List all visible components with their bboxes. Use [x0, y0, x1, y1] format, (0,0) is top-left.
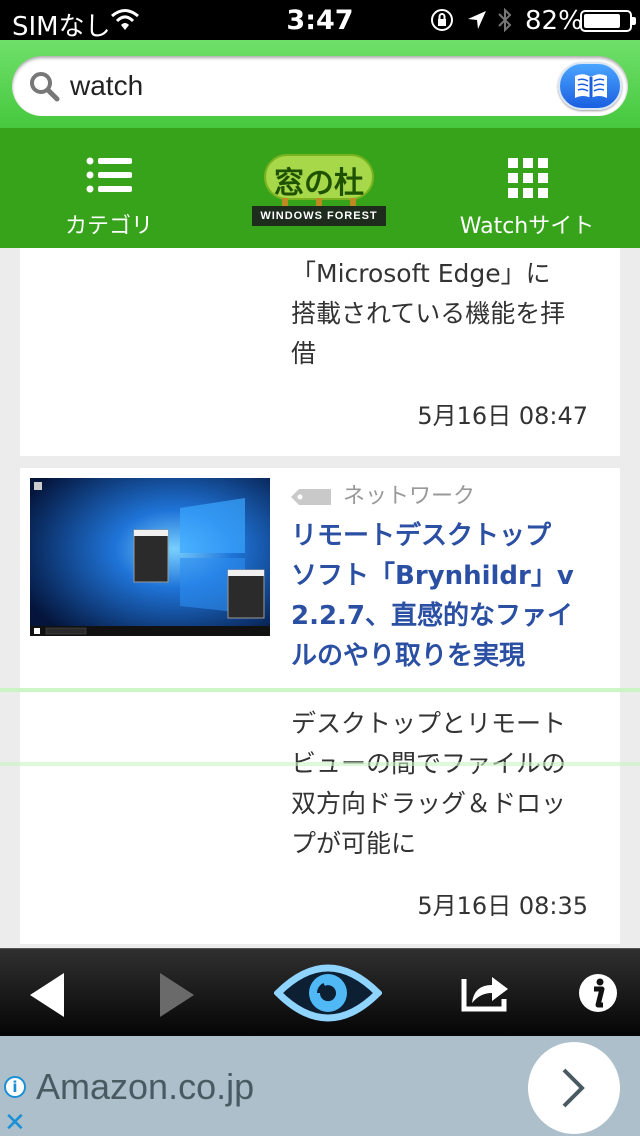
article-title[interactable]: リモートデスクトップ ソフト「Brynhildr」v 2.2.7、直感的なファイ… — [291, 516, 601, 676]
watch-sites-label: Watchサイト — [459, 214, 595, 239]
back-button[interactable] — [26, 949, 70, 1037]
tag-icon — [291, 489, 331, 505]
article-date: 5月16日 08:47 — [417, 402, 588, 430]
location-icon — [468, 11, 486, 29]
forward-arrow-icon — [160, 973, 194, 1017]
scroll-highlight-line — [0, 762, 640, 766]
logo-subtitle: WINDOWS FOREST — [252, 206, 386, 226]
desktop-screenshot-image — [30, 478, 270, 636]
category-label: カテゴリ — [64, 214, 153, 239]
bluetooth-icon — [498, 7, 512, 33]
article-card[interactable]: ネットワーク リモートデスクトップ ソフト「Brynhildr」v 2.2.7、… — [20, 468, 620, 944]
bottom-toolbar — [0, 948, 640, 1036]
article-card[interactable]: 「Microsoft Edge」に 搭載されている機能を拝 借 5月16日 08… — [20, 248, 620, 456]
article-category[interactable]: ネットワーク — [291, 478, 475, 510]
article-list: 「Microsoft Edge」に 搭載されている機能を拝 借 5月16日 08… — [0, 248, 640, 948]
info-icon — [579, 974, 617, 1012]
search-input[interactable] — [70, 64, 550, 108]
ad-info-icon[interactable]: i — [4, 1076, 26, 1098]
info-button[interactable] — [576, 949, 620, 1037]
share-icon — [461, 977, 508, 1012]
ad-banner[interactable]: i ✕ Amazon.co.jp — [0, 1036, 640, 1136]
logo-text: 窓の杜 — [274, 166, 364, 201]
status-bar: SIMなし 3:47 82% — [0, 0, 640, 42]
nav-bar: カテゴリ 窓の杜 WINDOWS FOREST Watchサイト — [0, 128, 640, 248]
battery-percent: 82% — [525, 6, 583, 36]
list-icon — [86, 157, 132, 193]
share-button[interactable] — [458, 949, 512, 1037]
site-logo[interactable]: 窓の杜 WINDOWS FOREST — [252, 154, 386, 228]
battery-icon — [580, 10, 636, 32]
rotation-lock-icon — [431, 9, 453, 31]
ad-text[interactable]: Amazon.co.jp — [36, 1066, 254, 1108]
scroll-highlight-line — [0, 688, 640, 692]
category-button[interactable]: カテゴリ — [44, 128, 174, 248]
ad-go-button[interactable] — [528, 1042, 620, 1134]
ad-close-icon[interactable]: ✕ — [4, 1108, 26, 1136]
search-box[interactable] — [12, 56, 628, 116]
article-excerpt: 「Microsoft Edge」に 搭載されている機能を拝 借 — [291, 259, 566, 368]
back-arrow-icon — [30, 973, 64, 1017]
bookmark-book-icon — [575, 74, 607, 98]
battery-fill — [584, 14, 621, 28]
bookmark-button[interactable] — [558, 62, 622, 110]
article-thumbnail[interactable] — [30, 478, 270, 636]
chevron-right-icon — [562, 1068, 585, 1108]
grid-icon — [508, 158, 548, 198]
eye-icon — [273, 964, 383, 1022]
article-excerpt: デスクトップとリモート ビューの間でファイルの 双方向ドラッグ＆ドロッ プが可能… — [291, 709, 567, 858]
article-date: 5月16日 08:35 — [417, 892, 588, 920]
search-icon — [30, 72, 60, 102]
eye-button[interactable] — [273, 949, 383, 1037]
watch-sites-button[interactable]: Watchサイト — [452, 128, 602, 248]
forward-button[interactable] — [154, 949, 198, 1037]
search-bar — [0, 40, 640, 128]
